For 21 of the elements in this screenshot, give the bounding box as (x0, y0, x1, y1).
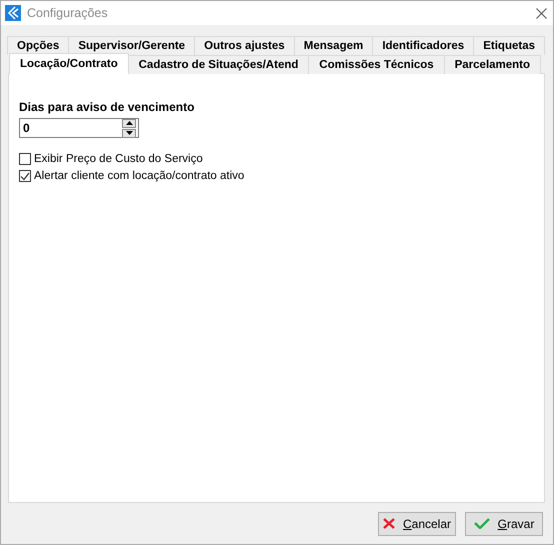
number-field[interactable]: 0 (20, 121, 122, 135)
tab[interactable]: Cadastro de Situações/Atend (128, 55, 310, 74)
number-spinner[interactable]: 0 (19, 118, 139, 138)
cancel-button[interactable]: Cancelar (378, 512, 456, 536)
checkbox[interactable] (19, 153, 31, 165)
checkbox-label: Exibir Preço de Custo do Serviço (34, 153, 203, 165)
checkbox-label: Alertar cliente com locação/contrato ativo (34, 170, 244, 182)
close-icon (382, 518, 395, 529)
checkbox[interactable] (19, 170, 31, 182)
field-label: Dias para aviso de vencimento (19, 100, 196, 114)
tab[interactable]: Comissões Técnicos (308, 55, 445, 74)
tab[interactable]: Etiquetas (473, 36, 546, 55)
checkmark-icon (474, 518, 490, 529)
close-icon[interactable] (536, 8, 547, 18)
window-title: Configurações (27, 6, 109, 20)
app-logo-icon (5, 5, 21, 21)
tab[interactable]: Parcelamento (444, 55, 541, 74)
save-button[interactable]: Gravar (465, 512, 543, 536)
spin-down-icon[interactable] (122, 128, 136, 138)
tab[interactable]: Locação/Contrato (9, 53, 129, 74)
spin-up-icon[interactable] (122, 118, 136, 128)
